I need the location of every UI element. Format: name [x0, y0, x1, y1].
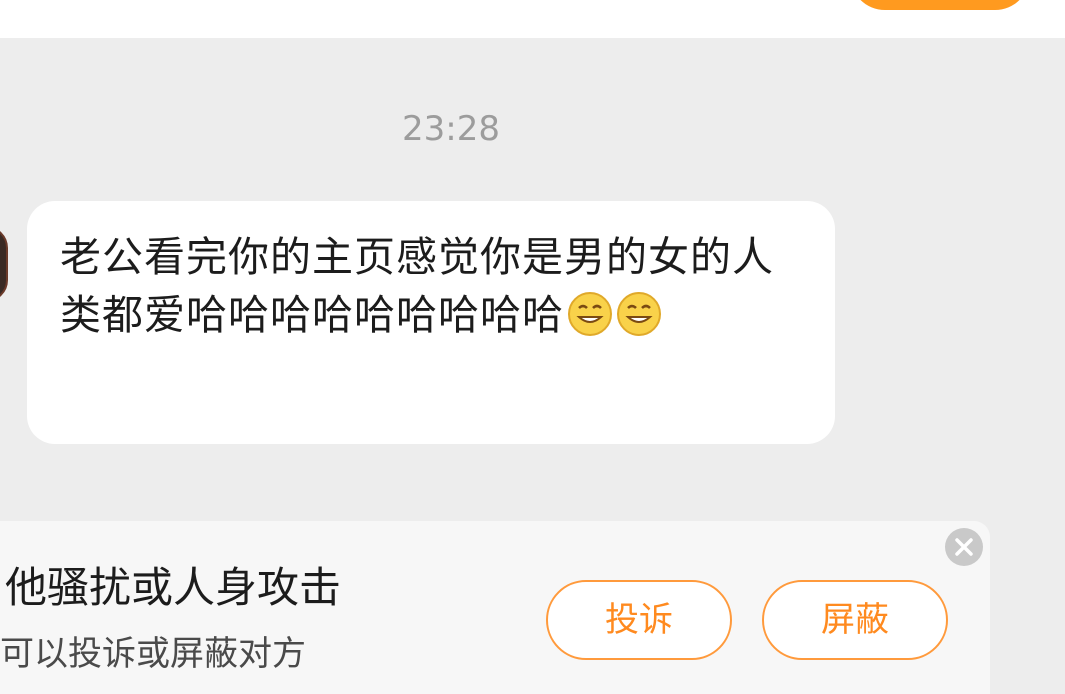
- message-content: 老公看完你的主页感觉你是男的女的人类都爱哈哈哈哈哈哈哈哈哈: [60, 228, 780, 344]
- grin-emoji-icon: [568, 292, 612, 336]
- block-button[interactable]: 屏蔽: [762, 580, 948, 660]
- top-action-button[interactable]: [850, 0, 1030, 10]
- grin-emoji-icon: [617, 292, 661, 336]
- message-bubble[interactable]: 老公看完你的主页感觉你是男的女的人类都爱哈哈哈哈哈哈哈哈哈: [27, 201, 835, 444]
- report-button[interactable]: 投诉: [546, 580, 732, 660]
- message-timestamp: 23:28: [402, 109, 500, 149]
- notice-title: 他骚扰或人身攻击: [5, 563, 342, 612]
- message-text: 老公看完你的主页感觉你是男的女的人类都爱哈哈哈哈哈哈哈哈哈: [60, 233, 774, 339]
- top-bar: [0, 0, 1065, 38]
- close-icon[interactable]: [945, 528, 983, 566]
- notice-subtitle: 可以投诉或屏蔽对方: [0, 634, 306, 674]
